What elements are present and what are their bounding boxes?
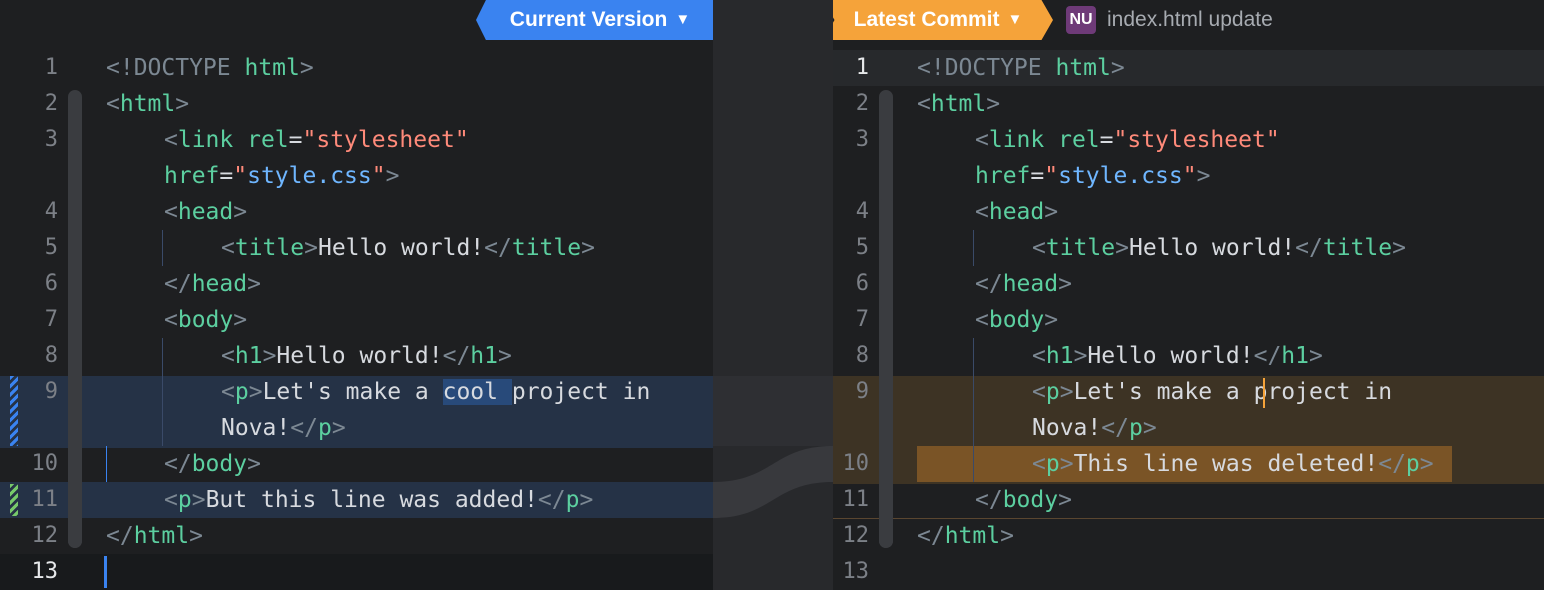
latest-commit-label: Latest Commit (853, 8, 1000, 31)
line-number: 4 (44, 199, 58, 224)
code-line: <html> (106, 91, 190, 117)
code-line: <title>Hello world!</title> (1032, 235, 1406, 261)
line-number: 2 (44, 91, 58, 116)
code-line: <p>Let's make a cool project in (221, 379, 651, 405)
code-line: <h1>Hello world!</h1> (221, 343, 512, 369)
chevron-down-icon: ▼ (675, 11, 691, 28)
line-number: 8 (855, 343, 869, 368)
line-number: 9 (44, 379, 58, 404)
diff-connector (713, 0, 833, 590)
code-line: <p>Let's make a project in (1032, 379, 1393, 405)
code-line: Nova!</p> (1032, 415, 1157, 441)
line-number: 6 (44, 271, 58, 296)
commit-message: index.html update (1107, 8, 1273, 31)
code-line: </head> (164, 271, 261, 297)
fold-gutter-head[interactable] (879, 198, 893, 296)
line-number: 12 (842, 523, 870, 548)
code-line: </html> (106, 523, 203, 549)
code-line: <!DOCTYPE html> (106, 55, 314, 81)
code-line: </body> (164, 451, 261, 477)
line-number: 8 (44, 343, 58, 368)
line-number: 13 (31, 559, 59, 584)
code-line: <head> (975, 199, 1059, 225)
code-line: <p>This line was deleted!</p> (1032, 451, 1434, 477)
selection-cursor (106, 446, 107, 482)
fold-gutter-body[interactable] (68, 306, 82, 548)
code-line: <h1>Hello world!</h1> (1032, 343, 1323, 369)
code-line: <body> (975, 307, 1059, 333)
chevron-down-icon: ▼ (1007, 11, 1023, 28)
line-number: 7 (44, 307, 58, 332)
code-line: <body> (164, 307, 248, 333)
code-line: <p>But this line was added!</p> (164, 487, 594, 513)
line-number: 10 (31, 451, 59, 476)
line-number: 11 (842, 487, 870, 512)
fold-gutter-head[interactable] (68, 198, 82, 296)
text-cursor (104, 556, 107, 588)
author-badge: NU (1066, 6, 1096, 34)
code-line: <link rel="stylesheet" (164, 127, 469, 153)
current-version-label: Current Version (509, 8, 668, 31)
code-line: <link rel="stylesheet" (975, 127, 1280, 153)
line-number: 10 (842, 451, 870, 476)
line-number: 9 (855, 379, 869, 404)
code-line: <title>Hello world!</title> (221, 235, 595, 261)
code-line: href="style.css"> (975, 163, 1211, 189)
fold-gutter-body[interactable] (879, 306, 893, 548)
line-number: 13 (842, 559, 870, 584)
line-number: 2 (855, 91, 869, 116)
code-line: Nova!</p> (221, 415, 346, 441)
line-number: 12 (31, 523, 59, 548)
line-number: 4 (855, 199, 869, 224)
code-line: </body> (975, 487, 1072, 513)
indent-guide (973, 230, 974, 266)
line-number: 11 (31, 487, 59, 512)
line-number: 3 (855, 127, 869, 152)
current-version-tab[interactable]: Current Version ▼ (476, 0, 724, 40)
indent-guide (973, 338, 974, 482)
line-number: 1 (44, 55, 58, 80)
indent-guide (162, 230, 163, 266)
code-line: </head> (975, 271, 1072, 297)
line-number: 3 (44, 127, 58, 152)
deletion-marker (1263, 378, 1265, 408)
line-number: 1 (855, 55, 869, 80)
line-number: 5 (855, 235, 869, 260)
latest-commit-editor[interactable]: 1 2 3 4 5 6 7 8 9 10 11 12 13 <!DOCTYPE … (833, 50, 1544, 590)
changed-word-highlight: cool (442, 379, 512, 405)
code-line: <head> (164, 199, 248, 225)
code-line: href="style.css"> (164, 163, 400, 189)
code-line: <!DOCTYPE html> (917, 55, 1125, 81)
line-number: 6 (855, 271, 869, 296)
line-number: 5 (44, 235, 58, 260)
indent-guide (162, 338, 163, 446)
code-line: </html> (917, 523, 1014, 549)
line-number: 7 (855, 307, 869, 332)
latest-commit-tab[interactable]: Latest Commit ▼ (823, 0, 1053, 40)
code-line: <html> (917, 91, 1001, 117)
current-version-editor[interactable]: 1 2 3 4 5 6 7 8 9 10 11 12 13 <!DOCTYPE … (0, 50, 713, 590)
